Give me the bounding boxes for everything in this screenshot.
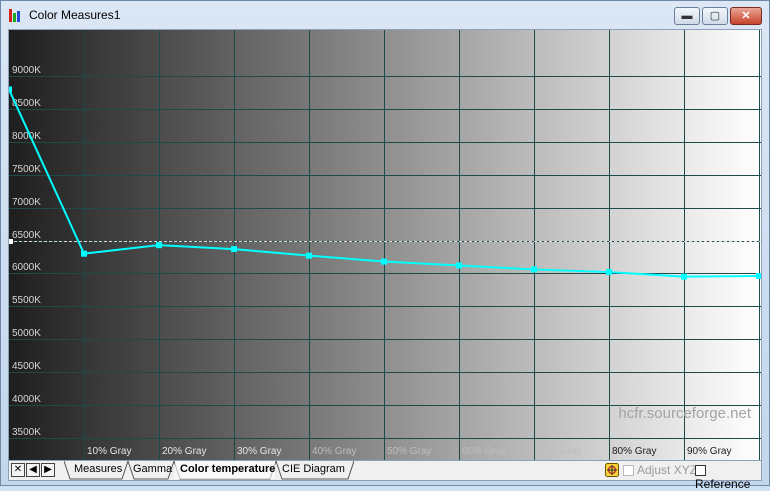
x-tick-label: 70% Gray: [537, 446, 581, 457]
y-tick-label: 3500K: [12, 427, 41, 438]
maximize-button[interactable]: ▢: [702, 7, 728, 25]
adjust-xyz-box: [623, 465, 634, 476]
color-temperature-chart: 3500K 4000K 4500K 5000K 5500K 6000K 6500K 7000K…: [9, 30, 761, 460]
next-tab-button[interactable]: ▶: [41, 463, 55, 477]
x-tick-label: 30% Gray: [237, 446, 281, 457]
y-tick-label: 8000K: [12, 131, 41, 142]
close-button[interactable]: ✕: [730, 7, 762, 25]
chart-bars-icon: [9, 9, 23, 22]
x-tick-label: 60% Gray: [462, 446, 506, 457]
temperature-data-point: [81, 250, 87, 257]
x-tick-label: 20% Gray: [162, 446, 206, 457]
temperature-data-point: [456, 262, 462, 269]
tab-bar: ✕ ◀ ▶ Measures Gamma Color temperature C…: [8, 461, 762, 491]
x-tick-label: 80% Gray: [612, 446, 656, 457]
y-tick-label: 5500K: [12, 295, 41, 306]
gray-band: [534, 30, 610, 460]
y-tick-label: 5000K: [12, 328, 41, 339]
title-bar[interactable]: Color Measures1 ▬ ▢ ✕: [1, 1, 769, 29]
tab-cie-diagram[interactable]: CIE Diagram: [282, 461, 345, 478]
window-title: Color Measures1: [29, 8, 121, 22]
gray-band: [684, 30, 760, 460]
temperature-data-point: [381, 258, 387, 265]
y-tick-label: 6500K: [12, 230, 41, 241]
temperature-data-point: [606, 269, 612, 276]
tab-color-temperature[interactable]: Color temperature: [180, 461, 275, 478]
y-tick-label: 4000K: [12, 394, 41, 405]
gray-band: [459, 30, 535, 460]
temperature-data-point: [156, 242, 162, 249]
adjust-xyz-label: Adjust XYZ: [637, 463, 698, 477]
window: Color Measures1 ▬ ▢ ✕ 3500K 4000K 4500K 500…: [0, 0, 770, 491]
x-tick-label: 90% Gray: [687, 446, 731, 457]
watermark-text: hcfr.sourceforge.net: [618, 405, 751, 422]
reference-label: Reference: [695, 477, 751, 491]
maximize-icon: ▢: [709, 10, 721, 22]
temperature-data-point: [681, 273, 687, 280]
x-tick-label: 50% Gray: [387, 446, 431, 457]
close-tab-button[interactable]: ✕: [11, 463, 25, 477]
gray-band: [234, 30, 310, 460]
temperature-data-point: [756, 273, 761, 280]
x-tick-label: 40% Gray: [312, 446, 356, 457]
temperature-data-point: [531, 266, 537, 273]
temperature-data-point: [9, 86, 12, 93]
reticle-icon[interactable]: [605, 463, 619, 477]
y-tick-label: 7000K: [12, 197, 41, 208]
y-tick-label: 4500K: [12, 361, 41, 372]
gray-band: [309, 30, 385, 460]
tab-gamma[interactable]: Gamma: [133, 461, 172, 478]
prev-tab-button[interactable]: ◀: [26, 463, 40, 477]
reference-checkbox[interactable]: Reference: [695, 463, 761, 491]
minimize-icon: ▬: [681, 10, 693, 22]
gray-band: [384, 30, 460, 460]
y-tick-label: 9000K: [12, 65, 41, 76]
y-tick-label: 7500K: [12, 164, 41, 175]
reference-box: [695, 465, 706, 476]
close-icon: ✕: [741, 10, 751, 22]
minimize-button[interactable]: ▬: [674, 7, 700, 25]
temperature-data-point: [231, 246, 237, 253]
x-tick-label: 10% Gray: [87, 446, 131, 457]
tab-measures[interactable]: Measures: [74, 461, 122, 478]
y-tick-label: 6000K: [12, 262, 41, 273]
temperature-data-point: [306, 252, 312, 259]
adjust-xyz-checkbox[interactable]: Adjust XYZ: [623, 463, 697, 477]
gray-band: [84, 30, 160, 460]
gray-band: [609, 30, 685, 460]
